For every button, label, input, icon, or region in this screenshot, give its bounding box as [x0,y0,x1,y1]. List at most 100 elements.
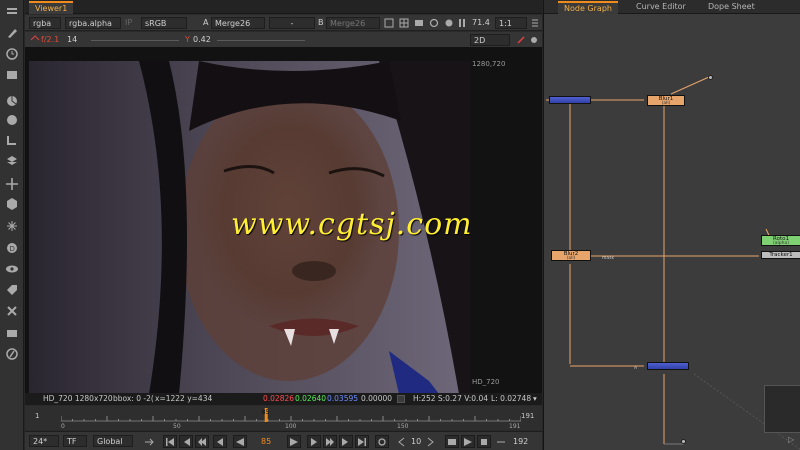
gamma-slider[interactable] [217,40,305,41]
timeline-tick-label: 191 [509,423,521,430]
node-graph-panel[interactable]: Node Graph Curve Editor Dope Sheet mask … [543,0,800,450]
deep-icon[interactable]: D [4,240,20,256]
viewer-canvas[interactable]: 1280,720 HD_720 www.cgtsj.com [25,47,542,394]
guides-icon[interactable] [413,17,425,29]
settings-icon[interactable] [528,34,540,46]
3d-icon[interactable] [4,196,20,212]
ratio-dropdown[interactable]: 1:1 [495,17,527,29]
cache-button[interactable] [477,435,491,448]
next-frame-button[interactable] [307,435,321,448]
playback-controls: 24* TF Global 85 10 192 [25,431,542,450]
roto1-node[interactable]: Roto1 (alpha) [761,235,800,246]
compare-op-dropdown[interactable]: - [269,17,315,29]
channel-icon[interactable] [4,67,20,83]
step-back-icon[interactable] [395,436,407,448]
color-icon[interactable] [4,93,20,109]
merge-node-top[interactable] [549,96,591,104]
roi-icon[interactable] [383,17,395,29]
tab-viewer1[interactable]: Viewer1 [29,1,74,14]
zoom-dropdown[interactable]: 71.4 [472,17,490,29]
bbox-readout: bbox: 0 -2( [113,394,154,403]
next-keyframe-button[interactable] [339,435,353,448]
step-forward-icon[interactable] [425,436,437,448]
play-forward-button[interactable] [287,435,301,448]
menu-icon[interactable] [529,17,541,29]
tracker1-node[interactable]: Tracker1 [761,251,800,259]
node-connections: mask A [546,76,800,450]
timecode-dropdown[interactable]: TF [63,435,87,447]
step-increment-field[interactable]: 10 [411,436,421,448]
play-backward-button[interactable] [233,435,247,448]
blue-readout: 0.03595 [327,394,359,403]
b-input-dropdown[interactable]: Merge26 [326,17,380,29]
timeline-tick-label: 0 [61,423,65,430]
fstop-label: f/2.1 [41,35,60,44]
alpha-dropdown[interactable]: rgba.alpha [65,17,121,29]
merge-node-bottom[interactable] [647,362,689,370]
proxy-toggle[interactable]: IP [125,17,132,29]
fstop-value[interactable]: 14 [67,34,77,46]
transform-icon[interactable] [4,176,20,192]
gain-slider[interactable] [91,40,179,41]
pluralsight-icon: ▷ [788,435,795,444]
navigator-minimap[interactable] [764,385,800,433]
first-frame-button[interactable] [163,435,177,448]
fstop-icon[interactable] [29,34,41,46]
gamma-value[interactable]: 0.42 [193,34,211,46]
render-button[interactable] [461,435,475,448]
metadata-icon[interactable] [4,282,20,298]
svg-text:D: D [10,245,15,253]
watermark-text: www.cgtsj.com [231,207,473,242]
merge-icon[interactable] [4,153,20,169]
refresh-icon[interactable] [428,17,440,29]
range-icon[interactable] [495,436,507,448]
loop-button[interactable] [375,435,389,448]
channels-dropdown[interactable]: rgba [29,17,61,29]
tab-curve-editor[interactable]: Curve Editor [630,1,692,14]
toolsets-icon[interactable] [4,303,20,319]
tab-node-graph[interactable]: Node Graph [558,1,618,14]
a-input-dropdown[interactable]: Merge26 [211,17,265,29]
timeline-end: 191 [521,412,535,420]
prev-increment-button[interactable] [195,435,209,448]
hsv-readout: H:252 S:0.27 V:0.04 [413,394,488,403]
end-frame-field[interactable]: 192 [513,436,528,448]
colorspace-dropdown[interactable]: sRGB [141,17,187,29]
blur2-node[interactable]: Blur2 (all) [551,250,591,261]
pause-icon[interactable] [456,17,468,29]
draw-icon[interactable] [4,25,20,41]
dot-node[interactable] [708,75,713,80]
image-icon[interactable] [4,4,20,20]
res-bottom-label: HD_720 [472,378,500,386]
views-icon[interactable] [4,261,20,277]
timeline-ruler[interactable]: 0 50 100 150 191 85 [61,406,521,430]
chevron-down-icon[interactable]: ▾ [533,393,537,405]
blur1-node[interactable]: Blur1 (all) [647,95,685,106]
prev-keyframe-button[interactable] [179,435,193,448]
pencil-icon[interactable] [515,34,527,46]
sync-icon[interactable] [143,436,155,448]
furnace-icon[interactable] [4,346,20,362]
range-dropdown[interactable]: Global [93,435,133,447]
color-swatch [397,395,405,403]
keyer-icon[interactable] [4,132,20,148]
particles-icon[interactable] [4,218,20,234]
timeline[interactable]: 1 0 50 100 150 191 85 191 [25,406,542,430]
pipe-label-mask: mask [602,255,614,261]
grid-icon[interactable] [398,17,410,29]
last-frame-button[interactable] [355,435,369,448]
filter-icon[interactable] [4,112,20,128]
flipbook-button[interactable] [445,435,459,448]
red-readout: 0.02826 [263,394,295,403]
fps-dropdown[interactable]: 24* [29,435,59,447]
other-icon[interactable] [4,325,20,341]
dot-node-bottom[interactable] [681,439,686,444]
view-mode-dropdown[interactable]: 2D [470,34,510,46]
lock-icon[interactable] [443,17,455,29]
next-increment-button[interactable] [323,435,337,448]
prev-frame-button[interactable] [213,435,227,448]
tab-dope-sheet[interactable]: Dope Sheet [702,1,761,14]
current-frame-field[interactable]: 85 [261,436,271,448]
b-label: B [318,18,324,27]
time-icon[interactable] [4,46,20,62]
